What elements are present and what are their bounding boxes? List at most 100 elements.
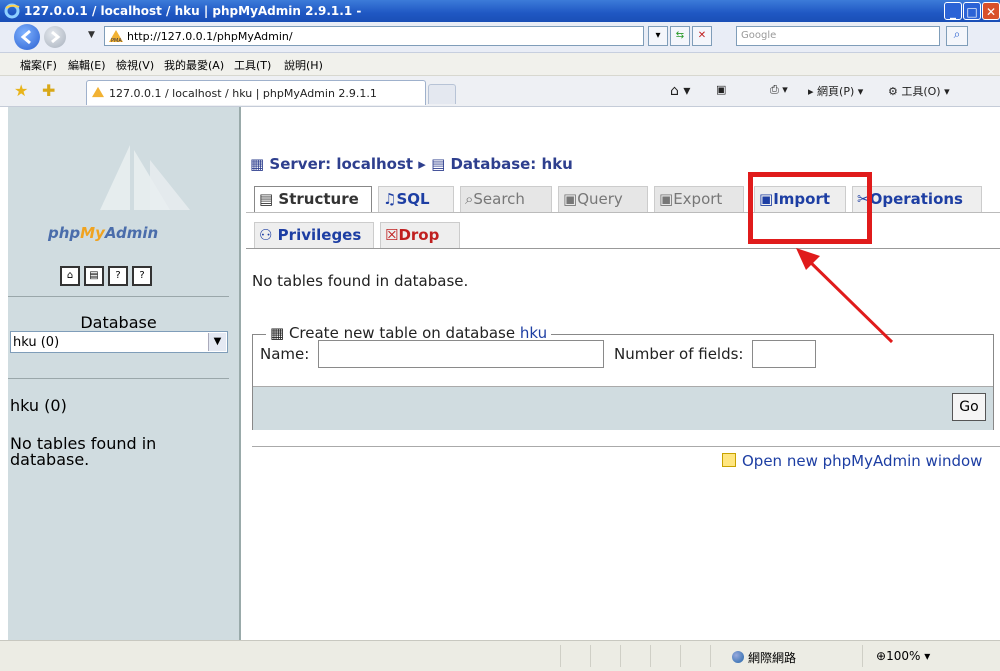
docs-icon[interactable]: ?: [132, 266, 152, 286]
tab-query-label: Query: [577, 190, 623, 208]
phpmyadmin-logo[interactable]: phpMyAdmin: [48, 224, 158, 242]
tab-export[interactable]: ▣Export: [654, 186, 744, 212]
back-button[interactable]: [14, 24, 40, 50]
table-name-label: Name:: [260, 345, 310, 363]
sql-icon: ♫: [383, 190, 397, 208]
address-dropdown-icon[interactable]: ▾: [648, 26, 668, 46]
search-input[interactable]: Google: [736, 26, 940, 46]
ie-icon: [4, 3, 20, 19]
breadcrumb-separator-icon: ▸: [418, 155, 426, 173]
sidebar-no-tables: No tables found in database.: [10, 434, 157, 469]
window-titlebar: 127.0.0.1 / localhost / hku | phpMyAdmin…: [0, 0, 1000, 22]
page-menu[interactable]: ▸ 網頁(P) ▾: [808, 83, 863, 99]
menu-file[interactable]: 檔案(F): [20, 57, 57, 73]
no-tables-message: No tables found in database.: [252, 272, 469, 290]
tab-privileges[interactable]: ⚇ Privileges: [254, 222, 374, 248]
database-select[interactable]: hku (0) ▼: [10, 331, 228, 353]
tools-menu[interactable]: ⚙ 工具(O) ▾: [888, 83, 950, 99]
server-icon: ▦: [250, 155, 265, 173]
tab-drop[interactable]: ☒Drop: [380, 222, 460, 248]
privileges-icon: ⚇: [259, 226, 278, 244]
tab-sql-label: SQL: [396, 190, 430, 208]
status-divider: [680, 645, 681, 667]
svg-text:PMA: PMA: [111, 38, 122, 43]
tab-sql[interactable]: ♫SQL: [378, 186, 454, 212]
breadcrumb-database[interactable]: Database: hku: [450, 155, 572, 173]
add-favorite-icon[interactable]: ✚: [42, 81, 55, 100]
stop-icon[interactable]: ✕: [692, 26, 712, 46]
export-icon: ▣: [659, 190, 674, 208]
forward-arrow-icon: [51, 30, 61, 44]
close-button[interactable]: ✕: [982, 2, 1000, 20]
sidebar-divider: [8, 378, 229, 379]
new-tab-button[interactable]: [428, 84, 456, 104]
new-window-icon: [722, 453, 736, 467]
logo-php: php: [48, 224, 81, 242]
zoom-icon: ⊕: [876, 649, 887, 663]
tab-operations-label: Operations: [869, 190, 963, 208]
sidebar-divider: [8, 296, 229, 297]
tab-structure[interactable]: ▤ Structure: [254, 186, 372, 212]
table-name-input[interactable]: [318, 340, 604, 368]
minimize-button[interactable]: _: [944, 2, 962, 20]
menu-view[interactable]: 檢視(V): [116, 57, 154, 73]
tab-search-label: Search: [473, 190, 525, 208]
address-input[interactable]: PMA http://127.0.0.1/phpMyAdmin/: [104, 26, 644, 46]
main-divider: [252, 446, 1000, 447]
new-table-icon: ▦: [270, 324, 289, 342]
forward-button[interactable]: [44, 26, 66, 48]
refresh-icon[interactable]: ⇆: [670, 26, 690, 46]
logo-my: My: [80, 224, 105, 242]
status-divider: [650, 645, 651, 667]
database-label: Database: [80, 313, 157, 332]
new-window-text: Open new phpMyAdmin window: [742, 452, 983, 470]
browser-tab[interactable]: 127.0.0.1 / localhost / hku | phpMyAdmin…: [86, 80, 426, 105]
query-icon: ▣: [563, 190, 578, 208]
maximize-button[interactable]: □: [963, 2, 981, 20]
tab-query[interactable]: ▣Query: [558, 186, 648, 212]
go-button[interactable]: Go: [952, 393, 986, 421]
address-text: http://127.0.0.1/phpMyAdmin/: [127, 30, 293, 43]
home-icon[interactable]: ⌂: [60, 266, 80, 286]
structure-icon: ▤: [259, 190, 279, 208]
page-menu-label: 網頁(P): [817, 85, 855, 98]
favorites-star-icon[interactable]: ★: [14, 81, 28, 100]
logo-admin: Admin: [104, 224, 159, 242]
tab-search[interactable]: ⌕Search: [460, 186, 552, 212]
window-title: 127.0.0.1 / localhost / hku | phpMyAdmin…: [24, 4, 362, 18]
feeds-icon[interactable]: ▣: [716, 83, 726, 96]
zoom-control[interactable]: ⊕100% ▾: [876, 649, 930, 663]
globe-icon: [732, 651, 744, 663]
tab-title: 127.0.0.1 / localhost / hku | phpMyAdmin…: [109, 87, 377, 100]
address-toolbar: ▼ PMA http://127.0.0.1/phpMyAdmin/ ▾ ⇆ ✕…: [0, 22, 1000, 53]
status-divider: [560, 645, 561, 667]
status-divider: [620, 645, 621, 667]
new-window-link[interactable]: Open new phpMyAdmin window: [722, 452, 982, 470]
tab-bar: ★ ✚ 127.0.0.1 / localhost / hku | phpMyA…: [0, 76, 1000, 107]
home-icon[interactable]: ⌂ ▾: [670, 83, 690, 99]
status-bar: 網際網路 ⊕100% ▾: [0, 640, 1000, 671]
menu-favorites[interactable]: 我的最愛(A): [164, 57, 224, 73]
phpmyadmin-sail-logo: [100, 145, 190, 210]
menu-bar: 檔案(F) 編輯(E) 檢視(V) 我的最愛(A) 工具(T) 說明(H): [0, 53, 1000, 76]
tab-privileges-label: Privileges: [277, 226, 362, 244]
tab-structure-label: Structure: [278, 190, 359, 208]
sidebar-db-name[interactable]: hku (0): [10, 396, 67, 415]
chevron-down-icon: ▼: [208, 333, 226, 351]
annotation-arrow-icon: [796, 248, 894, 344]
search-icon[interactable]: ⌕: [946, 26, 968, 46]
database-select-value: hku (0): [13, 335, 60, 350]
sql-query-icon[interactable]: ▤: [84, 266, 104, 286]
breadcrumb: ▦ Server: localhost ▸ ▤ Database: hku: [250, 155, 573, 173]
create-table-footer: [253, 386, 993, 430]
tools-menu-label: 工具(O): [901, 85, 941, 98]
history-dropdown-icon[interactable]: ▼: [88, 30, 95, 40]
menu-help[interactable]: 說明(H): [284, 57, 323, 73]
documentation-icon[interactable]: ?: [108, 266, 128, 286]
drop-icon: ☒: [385, 226, 399, 244]
print-icon[interactable]: ⎙ ▾: [770, 83, 788, 97]
menu-edit[interactable]: 編輯(E): [68, 57, 106, 73]
tab-drop-label: Drop: [398, 226, 440, 244]
menu-tools[interactable]: 工具(T): [234, 57, 271, 73]
breadcrumb-server[interactable]: Server: localhost: [269, 155, 413, 173]
